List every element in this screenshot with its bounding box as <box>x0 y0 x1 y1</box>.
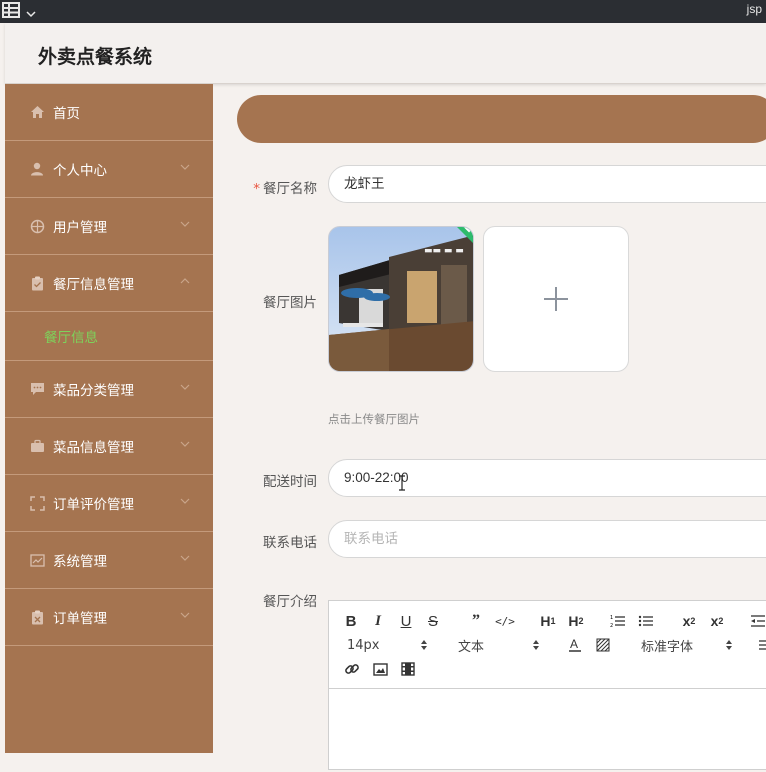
code-block-button[interactable]: </> <box>495 611 515 631</box>
chevron-down-icon <box>180 221 190 227</box>
chevron-down-icon <box>180 498 190 504</box>
font-color-icon[interactable]: A <box>567 635 583 655</box>
link-icon[interactable] <box>343 659 361 679</box>
app-title: 外卖点餐系统 <box>38 46 153 68</box>
restaurant-name-label: * 餐厅名称 <box>253 181 317 197</box>
sidebar-item-label: 首页 <box>53 106 80 122</box>
rich-text-editor: B I U S ” </> H1 H2 12 x2 x2 14px 文本 A 标… <box>328 600 766 770</box>
sidebar-item-order-management[interactable]: 订单管理 <box>5 589 213 646</box>
sidebar-item-label: 菜品分类管理 <box>53 383 134 399</box>
delivery-time-label: 配送时间 <box>263 474 317 490</box>
sidebar-item-home[interactable]: 首页 <box>5 84 213 141</box>
sidebar-item-dish-category-management[interactable]: 菜品分类管理 <box>5 361 213 418</box>
chevron-down-icon[interactable] <box>26 3 36 22</box>
align-icon[interactable] <box>757 635 766 655</box>
page-banner <box>237 95 766 143</box>
strikethrough-button[interactable]: S <box>425 611 441 631</box>
svg-text:1: 1 <box>610 615 613 621</box>
ordered-list-icon[interactable]: 12 <box>609 611 627 631</box>
chat-icon <box>29 381 45 397</box>
image-upload-button[interactable] <box>483 226 629 372</box>
compass-icon <box>29 218 45 234</box>
phone-input[interactable]: 联系电话 <box>328 520 766 558</box>
font-family-select[interactable]: 标准字体 <box>641 635 693 655</box>
subscript-button[interactable]: x2 <box>679 611 699 631</box>
video-icon[interactable] <box>399 659 417 679</box>
blockquote-button[interactable]: ” <box>467 611 485 631</box>
sidebar-item-personal-center[interactable]: 个人中心 <box>5 141 213 198</box>
sidebar-item-label: 餐厅信息管理 <box>53 277 134 293</box>
intro-label: 餐厅介绍 <box>263 594 317 610</box>
sidebar-item-user-management[interactable]: 用户管理 <box>5 198 213 255</box>
frame-icon <box>29 495 45 511</box>
outdent-icon[interactable] <box>749 611 766 631</box>
os-title-bar: jsp <box>0 0 766 23</box>
user-icon <box>29 161 45 177</box>
plus-icon <box>544 287 568 311</box>
italic-button[interactable]: I <box>371 611 385 631</box>
select-arrows-icon <box>421 640 427 650</box>
restaurant-name-input[interactable]: 龙虾王 <box>328 165 766 203</box>
chevron-down-icon <box>180 612 190 618</box>
sidebar: 首页 个人中心 用户管理 餐厅信息管理 餐厅信息 菜品分类管理 菜品信息管理 订… <box>5 84 213 753</box>
heading2-button[interactable]: H2 <box>565 611 587 631</box>
sidebar-item-label: 个人中心 <box>53 163 107 179</box>
paragraph-format-select[interactable]: 文本 <box>458 635 484 655</box>
app-header: 外卖点餐系统 <box>5 23 766 84</box>
sidebar-item-system-management[interactable]: 系统管理 <box>5 532 213 589</box>
os-window-title: jsp <box>746 2 762 16</box>
sidebar-item-label: 订单评价管理 <box>53 497 134 513</box>
sidebar-item-restaurant-info-management[interactable]: 餐厅信息管理 <box>5 255 213 312</box>
sidebar-subitem-restaurant-info[interactable]: 餐厅信息 <box>5 312 213 361</box>
required-mark: * <box>253 181 260 197</box>
chart-icon <box>29 552 45 568</box>
svg-text:2: 2 <box>610 623 613 628</box>
delivery-time-input[interactable]: 9:00-22:00 <box>328 459 766 497</box>
bullet-list-icon[interactable] <box>637 611 655 631</box>
sidebar-subitem-label: 餐厅信息 <box>44 330 98 346</box>
sidebar-item-dish-info-management[interactable]: 菜品信息管理 <box>5 418 213 475</box>
superscript-button[interactable]: x2 <box>707 611 727 631</box>
bold-button[interactable]: B <box>343 611 359 631</box>
chevron-down-icon <box>180 164 190 170</box>
sidebar-item-order-review-management[interactable]: 订单评价管理 <box>5 475 213 532</box>
chevron-down-icon <box>180 384 190 390</box>
text-cursor-icon <box>399 475 405 491</box>
heading1-button[interactable]: H1 <box>537 611 559 631</box>
restaurant-image-thumbnail[interactable]: ▬▬ ▬ ▬ <box>328 226 474 372</box>
sidebar-item-label: 订单管理 <box>53 611 107 627</box>
phone-label: 联系电话 <box>263 535 317 551</box>
font-size-select[interactable]: 14px <box>347 635 380 655</box>
success-check-icon <box>457 227 473 243</box>
restaurant-image-label: 餐厅图片 <box>263 295 317 311</box>
sidebar-item-label: 菜品信息管理 <box>53 440 134 456</box>
clipboard-icon <box>29 275 45 291</box>
chevron-down-icon <box>180 555 190 561</box>
home-icon <box>29 104 45 120</box>
underline-button[interactable]: U <box>398 611 414 631</box>
upload-hint: 点击上传餐厅图片 <box>328 412 420 426</box>
sidebar-item-label: 用户管理 <box>53 220 107 236</box>
select-arrows-icon <box>726 640 732 650</box>
sidebar-item-label: 系统管理 <box>53 554 107 570</box>
editor-content-area[interactable] <box>329 688 766 772</box>
briefcase-icon <box>29 438 45 454</box>
window-menu-icon[interactable] <box>2 2 20 22</box>
image-icon[interactable] <box>371 659 389 679</box>
background-color-icon[interactable] <box>595 635 611 655</box>
chevron-down-icon <box>180 441 190 447</box>
svg-text:A: A <box>570 637 578 651</box>
chevron-up-icon <box>180 278 190 284</box>
clipboard-x-icon <box>29 609 45 625</box>
select-arrows-icon <box>533 640 539 650</box>
